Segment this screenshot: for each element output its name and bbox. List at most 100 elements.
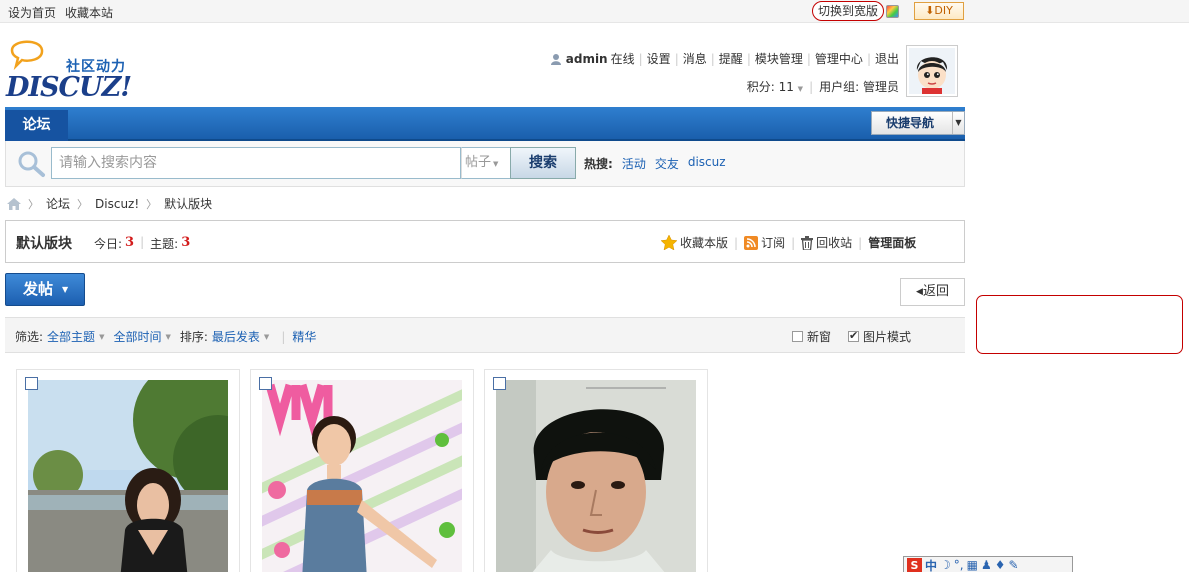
triangle-left-icon: ◀ (916, 287, 923, 297)
wrench-icon[interactable]: ✎ (1008, 558, 1018, 572)
filter-digest[interactable]: 精华 (292, 328, 316, 345)
breadcrumb-default-board[interactable]: 默认版块 (164, 195, 212, 212)
photo-woman-outdoors (28, 380, 228, 572)
forum-stats: 今日: 3 | 主题: 3 (94, 235, 190, 252)
ime-toolbar[interactable]: S 中 ☽ °, ▦ ♟ ♦ ✎ (903, 556, 1073, 572)
favorite-board-label: 收藏本版 (680, 236, 729, 250)
annotation-outline (976, 295, 1183, 354)
chevron-right-icon: 〉 (28, 197, 39, 211)
admin-center-link[interactable]: 管理中心 (815, 50, 863, 67)
search-button[interactable]: 搜索 (510, 147, 576, 179)
site-logo[interactable]: 社区动力 DISCUZ! (6, 36, 136, 103)
hot-term-link[interactable]: discuz (688, 155, 726, 172)
sort-last-post[interactable]: 最后发表 (212, 328, 260, 345)
bookmark-site-link[interactable]: 收藏本站 (65, 4, 113, 21)
hot-search-label: 热搜: (584, 157, 613, 171)
chevron-down-icon: ▼ (493, 160, 499, 168)
user-group-label: 用户组: (819, 80, 860, 94)
tab-forum[interactable]: 论坛 (5, 110, 68, 141)
breadcrumb-discuz[interactable]: Discuz! (95, 197, 139, 211)
filter-all-time[interactable]: 全部时间 (113, 328, 161, 345)
skin-icon[interactable]: ♦ (995, 558, 1006, 572)
punctuation-icon[interactable]: °, (954, 558, 964, 572)
style-palette-icon[interactable] (886, 5, 899, 18)
pic-mode-toggle[interactable]: 图片模式 (848, 328, 911, 345)
moon-icon[interactable]: ☽ (940, 558, 951, 572)
user-icon (550, 53, 561, 65)
notifications-link[interactable]: 提醒 (719, 50, 743, 67)
new-window-label: 新窗 (807, 330, 832, 344)
keyboard-icon[interactable]: ▦ (967, 558, 978, 572)
thread-card[interactable] (250, 369, 474, 572)
user-icon[interactable]: ♟ (981, 558, 992, 572)
home-icon[interactable] (7, 197, 21, 210)
subscribe-label: 订阅 (761, 236, 786, 250)
thread-select-checkbox[interactable] (493, 377, 506, 390)
username-link[interactable]: admin (566, 52, 608, 66)
chevron-down-icon: ▼ (99, 332, 105, 341)
new-post-label: 发帖 (23, 280, 54, 298)
user-group-link[interactable]: 用户组: 管理员 (819, 78, 899, 95)
set-home-link[interactable]: 设为首页 (8, 4, 56, 21)
breadcrumb-forum[interactable]: 论坛 (46, 195, 70, 212)
points-label: 积分: (746, 80, 775, 94)
divider: | (809, 79, 814, 94)
pic-mode-checkbox[interactable] (848, 329, 860, 342)
thread-select-checkbox[interactable] (25, 377, 38, 390)
settings-link[interactable]: 设置 (647, 50, 671, 67)
page-title: 默认版块 (16, 236, 72, 252)
divider: | (638, 51, 643, 66)
new-post-button[interactable]: 发帖 ▼ (5, 273, 85, 306)
avatar[interactable] (906, 45, 958, 97)
filter-label: 筛选: (15, 330, 44, 344)
divider: | (791, 235, 796, 250)
thread-select-checkbox[interactable] (259, 377, 272, 390)
filter-options: 筛选: 全部主题 ▼ 全部时间 ▼ 排序: 最后发表 ▼ | 精华 (15, 328, 316, 345)
hot-term-link[interactable]: 活动 (622, 155, 646, 172)
admin-panel-button[interactable]: 管理面板 (868, 234, 916, 251)
recycle-bin-button[interactable]: 回收站 (801, 234, 852, 251)
divider: | (281, 329, 286, 344)
rss-icon (744, 236, 759, 250)
filter-all-threads[interactable]: 全部主题 (47, 328, 95, 345)
diy-button[interactable]: ⬇DIY (914, 2, 964, 20)
thread-card[interactable] (16, 369, 240, 572)
user-stats: 积分: 11 ▼ | 用户组: 管理员 (747, 78, 899, 95)
hot-term-link[interactable]: 交友 (655, 155, 679, 172)
search-input[interactable] (51, 147, 461, 179)
top-toolbar: 设为首页 收藏本站 切换到宽版 ⬇DIY (0, 0, 1189, 23)
chevron-right-icon: 〉 (146, 197, 158, 211)
sogou-logo-icon: S (907, 557, 922, 572)
logout-link[interactable]: 退出 (875, 50, 899, 67)
divider: | (734, 235, 739, 250)
switch-wide-link[interactable]: 切换到宽版 (812, 1, 885, 21)
module-manage-link[interactable]: 模块管理 (755, 50, 803, 67)
thread-thumbnail[interactable] (28, 380, 228, 572)
filter-bar: 筛选: 全部主题▼ 全部时间▼ 排序: 最后发表▼ | 精华 新窗 图片模式 (5, 317, 965, 353)
user-group-value: 管理员 (862, 80, 899, 94)
new-window-checkbox[interactable] (792, 331, 803, 342)
points-link[interactable]: 积分: 11 ▼ (747, 78, 803, 95)
divider: | (858, 235, 863, 250)
quick-nav-button[interactable]: 快捷导航 ▼ (871, 111, 965, 135)
thread-card[interactable] (484, 369, 708, 572)
ime-mode-label[interactable]: 中 (925, 557, 937, 572)
pic-mode-label: 图片模式 (863, 330, 912, 344)
divider: | (710, 51, 715, 66)
thread-thumbnail[interactable] (496, 380, 696, 572)
threads-count: 3 (181, 235, 191, 250)
messages-link[interactable]: 消息 (683, 50, 707, 67)
subscribe-button[interactable]: 订阅 (744, 234, 785, 251)
favorite-board-button[interactable]: 收藏本版 (661, 234, 728, 251)
divider: | (140, 235, 145, 249)
search-icon (18, 151, 45, 177)
back-button[interactable]: ◀返回 (900, 278, 965, 306)
forum-actions: 收藏本版 | 订阅 | 回收站 | 管理面板 (661, 234, 916, 251)
today-count: 3 (125, 235, 135, 250)
thread-thumbnail[interactable] (262, 380, 462, 572)
sort-label: 排序: (179, 330, 208, 344)
new-window-toggle[interactable]: 新窗 (792, 328, 831, 345)
main-nav: 论坛 快捷导航 ▼ (5, 107, 965, 141)
search-type-select[interactable]: 帖子 ▼ (461, 147, 511, 179)
photo-young-man-portrait (496, 380, 696, 572)
